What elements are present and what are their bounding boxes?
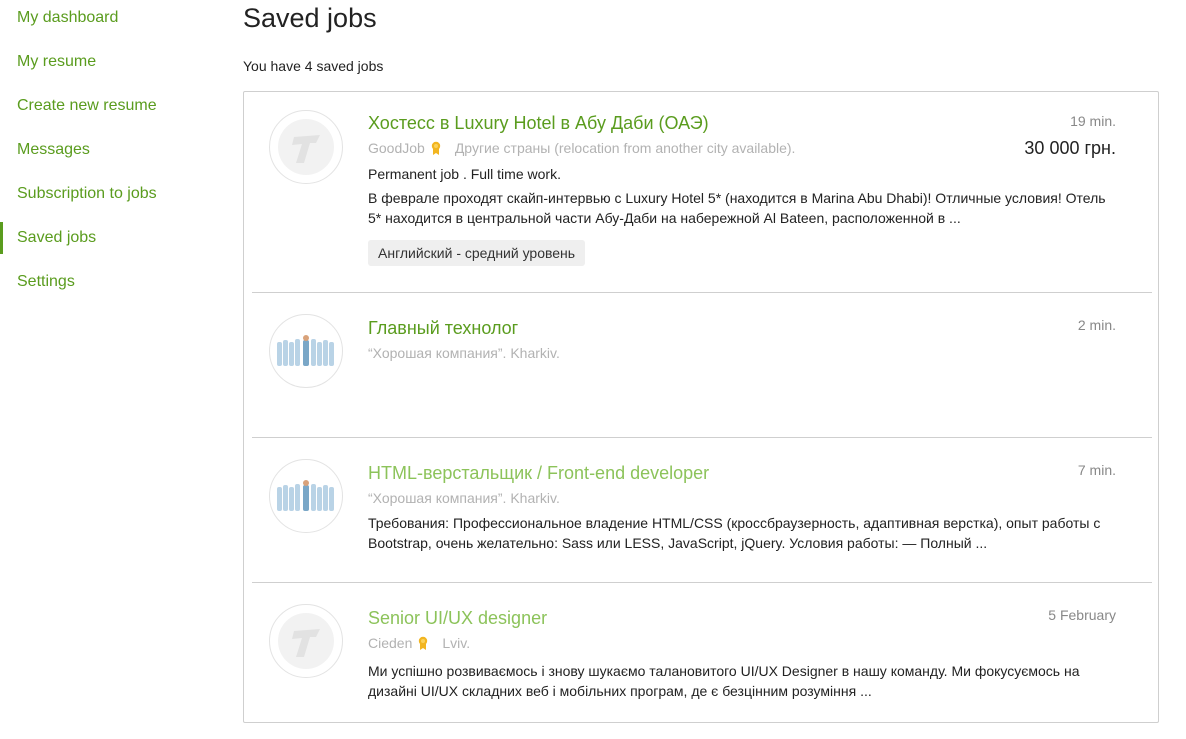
job-title[interactable]: Главный технолог bbox=[368, 317, 518, 339]
job-location: “Хорошая компания”. Kharkiv. bbox=[368, 345, 560, 361]
sidebar-item-resume[interactable]: My resume bbox=[0, 44, 220, 88]
sidebar-item-settings[interactable]: Settings bbox=[0, 264, 220, 308]
sidebar-item-subscription[interactable]: Subscription to jobs bbox=[0, 176, 220, 220]
company-logo-icon[interactable] bbox=[269, 110, 343, 184]
main-content: Saved jobs You have 4 saved jobs Хостесс… bbox=[243, 0, 1161, 723]
job-meta: GoodJob Другие страны (relocation from an… bbox=[368, 139, 1116, 160]
people-crowd-icon[interactable] bbox=[269, 314, 343, 388]
job-description: Требования: Профессиональное владение HT… bbox=[368, 515, 1101, 551]
job-title[interactable]: HTML-верстальщик / Front-end developer bbox=[368, 462, 709, 484]
sidebar-item-create-resume[interactable]: Create new resume bbox=[0, 88, 220, 132]
saved-jobs-list: Хостесс в Luxury Hotel в Абу Даби (ОАЭ) … bbox=[243, 91, 1159, 723]
job-card: Главный технолог “Хорошая компания”. Kha… bbox=[252, 293, 1152, 437]
company-name[interactable]: Cieden bbox=[368, 635, 412, 651]
company-name[interactable]: GoodJob bbox=[368, 140, 425, 156]
page-title: Saved jobs bbox=[243, 3, 377, 33]
company-logo-icon[interactable] bbox=[269, 604, 343, 678]
job-meta: Cieden Lviv. bbox=[368, 634, 1116, 655]
posted-time: 19 min. bbox=[1070, 113, 1116, 129]
employment-type: Permanent job . Full time work. bbox=[368, 166, 561, 182]
job-location: “Хорошая компания”. Kharkiv. bbox=[368, 490, 560, 506]
posted-time: 5 February bbox=[1048, 607, 1116, 623]
job-card: Senior UI/UX designer Cieden Lviv. Ми усп… bbox=[252, 583, 1152, 721]
sidebar-item-saved-jobs[interactable]: Saved jobs bbox=[0, 222, 220, 254]
sidebar: My dashboard My resume Create new resume… bbox=[0, 0, 220, 308]
posted-time: 7 min. bbox=[1077, 462, 1116, 478]
job-location: Другие страны (relocation from another c… bbox=[454, 140, 796, 156]
posted-time: 2 min. bbox=[1077, 317, 1116, 333]
saved-jobs-count: You have 4 saved jobs bbox=[243, 58, 384, 74]
job-title[interactable]: Senior UI/UX designer bbox=[368, 607, 547, 629]
job-title[interactable]: Хостесс в Luxury Hotel в Абу Даби (ОАЭ) bbox=[368, 112, 709, 134]
medal-icon bbox=[418, 636, 428, 655]
job-card: HTML-верстальщик / Front-end developer “… bbox=[252, 438, 1152, 582]
medal-icon bbox=[431, 141, 441, 160]
job-meta: “Хорошая компания”. Kharkiv. bbox=[368, 344, 1116, 362]
job-description: В феврале проходят скайп-интервью с Luxu… bbox=[368, 190, 1106, 226]
job-description: Ми успішно розвиваємось і знову шукаємо … bbox=[368, 663, 1080, 699]
job-location: Lviv. bbox=[442, 635, 471, 651]
job-card: Хостесс в Luxury Hotel в Абу Даби (ОАЭ) … bbox=[252, 92, 1152, 292]
salary: 30 000 грн. bbox=[1024, 138, 1116, 158]
sidebar-item-messages[interactable]: Messages bbox=[0, 132, 220, 176]
people-crowd-icon[interactable] bbox=[269, 459, 343, 533]
job-meta: “Хорошая компания”. Kharkiv. bbox=[368, 489, 1116, 507]
job-tag: Английский - средний уровень bbox=[368, 240, 586, 266]
sidebar-item-dashboard[interactable]: My dashboard bbox=[0, 0, 220, 44]
